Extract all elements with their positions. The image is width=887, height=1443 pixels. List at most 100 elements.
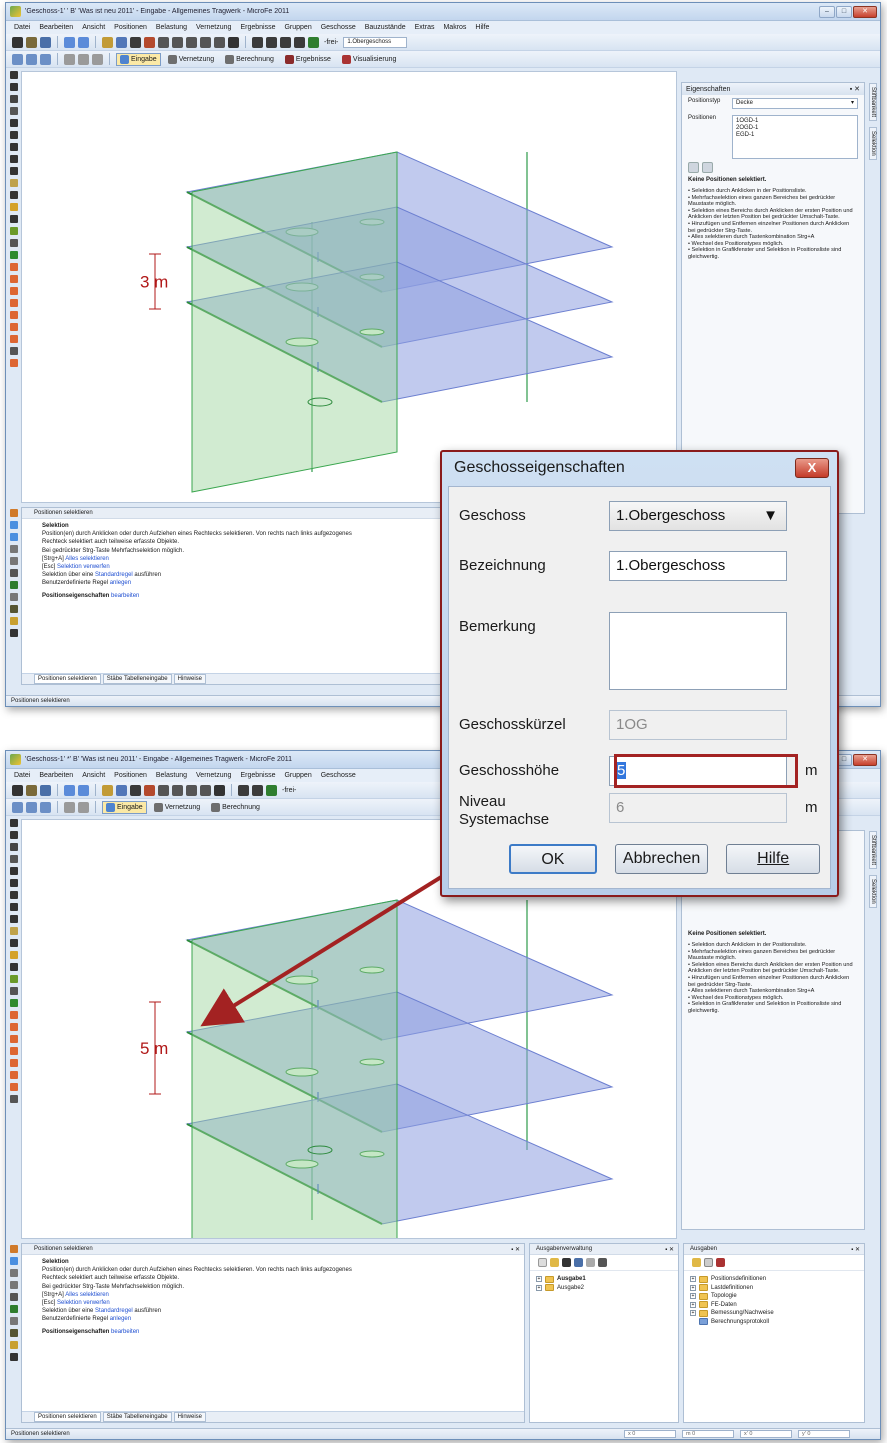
dialog-close-button[interactable]: X — [795, 458, 829, 478]
menu-geschosse[interactable]: Geschosse — [321, 24, 356, 31]
bar-icon[interactable] — [10, 939, 18, 947]
view-front-icon[interactable] — [252, 36, 263, 48]
pen2-icon[interactable] — [10, 83, 18, 91]
edit-icon[interactable] — [10, 999, 18, 1007]
positions-list[interactable]: 1OGD-1 2OGD-1 EGD-1 — [732, 115, 858, 159]
tree-item[interactable]: + Lastdefinitionen — [690, 1284, 858, 1293]
menu-ergebnisse[interactable]: Ergebnisse — [240, 772, 275, 779]
menu-hilfe[interactable]: Hilfe — [475, 24, 489, 31]
graphics-canvas[interactable]: 3 m — [21, 71, 677, 503]
snap-icon[interactable] — [64, 53, 75, 65]
view-side-icon[interactable] — [266, 36, 277, 48]
tree-item[interactable]: + Bemessung/Nachweise — [690, 1309, 858, 1318]
list-item[interactable]: EGD-1 — [736, 132, 854, 139]
close-window-button[interactable]: ✕ — [853, 753, 877, 766]
select-all-link[interactable]: Alles selektieren — [65, 556, 109, 562]
point-icon[interactable] — [10, 951, 18, 959]
grid-icon[interactable] — [144, 784, 155, 796]
minimize-button[interactable]: – — [819, 5, 835, 18]
tab-positionen-selektieren[interactable]: Positionen selektieren — [34, 1412, 101, 1422]
standard-rule-link[interactable]: Standardregel — [95, 572, 133, 578]
layers-icon[interactable] — [308, 36, 319, 48]
table-icon[interactable] — [10, 843, 18, 851]
font-icon[interactable] — [214, 784, 225, 796]
support-icon[interactable] — [10, 927, 18, 935]
temperature-icon[interactable] — [10, 311, 18, 319]
hinge-icon[interactable] — [10, 239, 18, 247]
tab-selektion[interactable]: Selektion — [869, 875, 877, 908]
menu-ansicht[interactable]: Ansicht — [82, 772, 105, 779]
menu-ergebnisse[interactable]: Ergebnisse — [240, 24, 275, 31]
select-icon[interactable] — [12, 801, 23, 813]
pin-close-icon[interactable]: ▪ ✕ — [665, 1246, 674, 1253]
mode-berechnung[interactable]: Berechnung — [207, 801, 264, 814]
mode-vernetzung[interactable]: Vernetzung — [150, 801, 204, 814]
table-icon[interactable] — [10, 95, 18, 103]
slab-icon[interactable] — [10, 867, 18, 875]
open-icon[interactable] — [550, 1258, 559, 1267]
cut-icon[interactable] — [102, 36, 113, 48]
print-icon[interactable] — [40, 36, 51, 48]
menu-gruppen[interactable]: Gruppen — [284, 24, 311, 31]
mode-berechnung[interactable]: Berechnung — [221, 53, 278, 66]
cut-icon[interactable] — [102, 784, 113, 796]
wind-icon[interactable] — [10, 335, 18, 343]
mode-eingabe[interactable]: Eingabe — [116, 52, 161, 66]
tab-stiftbankett[interactable]: Stiftbankett — [869, 83, 877, 122]
zoom-icon[interactable] — [158, 36, 169, 48]
temperature-icon[interactable] — [10, 1059, 18, 1067]
cross-icon[interactable] — [10, 963, 18, 971]
tree-item[interactable]: + Ausgabe2 — [536, 1284, 672, 1293]
measure-icon[interactable] — [130, 784, 141, 796]
discard-selection-link[interactable]: Selektion verwerfen — [57, 1300, 110, 1306]
help-button[interactable]: Hilfe — [726, 844, 820, 874]
menu-datei[interactable]: Datei — [14, 772, 30, 779]
target-icon[interactable] — [704, 1258, 713, 1267]
mode-vernetzung[interactable]: Vernetzung — [164, 53, 218, 66]
menu-extras[interactable]: Extras — [415, 24, 435, 31]
font-icon[interactable] — [228, 36, 239, 48]
copy-icon[interactable] — [116, 784, 127, 796]
menu-geschosse[interactable]: Geschosse — [321, 772, 356, 779]
menu-ansicht[interactable]: Ansicht — [82, 24, 105, 31]
edit-properties-link[interactable]: bearbeiten — [111, 1329, 139, 1335]
undo-icon[interactable] — [64, 36, 75, 48]
menu-gruppen[interactable]: Gruppen — [284, 772, 311, 779]
tab-hinweise[interactable]: Hinweise — [173, 674, 206, 684]
beam-icon[interactable] — [10, 155, 18, 163]
pick-icon[interactable] — [702, 162, 713, 173]
folder-icon[interactable] — [692, 1258, 701, 1267]
zoom-in-icon[interactable] — [172, 36, 183, 48]
select-poly-icon[interactable] — [40, 53, 51, 65]
maximize-button[interactable]: □ — [836, 5, 852, 18]
undo-icon[interactable] — [64, 784, 75, 796]
tree-item[interactable]: + Ausgabe1 — [536, 1275, 672, 1284]
redo-icon[interactable] — [78, 36, 89, 48]
tab-stiftbankett[interactable]: Stiftbankett — [869, 831, 877, 870]
remove-icon[interactable] — [688, 162, 699, 173]
create-rule-link[interactable]: anlegen — [110, 580, 131, 586]
mode-eingabe[interactable]: Eingabe — [102, 800, 147, 814]
redo-icon[interactable] — [78, 784, 89, 796]
floor-select[interactable]: 1.Obergeschoss — [343, 36, 408, 48]
load-point-icon[interactable] — [10, 299, 18, 307]
point-icon[interactable] — [10, 203, 18, 211]
select-all-link[interactable]: Alles selektieren — [65, 1292, 109, 1298]
bemerkung-textarea[interactable] — [609, 612, 787, 690]
close-window-button[interactable]: ✕ — [853, 5, 877, 18]
bezeichnung-input[interactable]: 1.Obergeschoss — [609, 551, 787, 581]
frei-label[interactable]: -frei- — [322, 39, 340, 46]
snap-point-icon[interactable] — [78, 801, 89, 813]
ok-button[interactable]: OK — [509, 844, 597, 874]
view-top-icon[interactable] — [280, 36, 291, 48]
save-icon[interactable] — [12, 36, 23, 48]
pin-close-icon[interactable]: ▪ ✕ — [511, 1246, 520, 1253]
load-area-icon[interactable] — [10, 287, 18, 295]
print-icon[interactable] — [40, 784, 51, 796]
menu-positionen[interactable]: Positionen — [114, 772, 147, 779]
menu-makros[interactable]: Makros — [443, 24, 466, 31]
new-icon[interactable] — [538, 1258, 547, 1267]
save-icon[interactable] — [12, 784, 23, 796]
zoom-out-icon[interactable] — [186, 784, 197, 796]
slab-icon[interactable] — [10, 119, 18, 127]
